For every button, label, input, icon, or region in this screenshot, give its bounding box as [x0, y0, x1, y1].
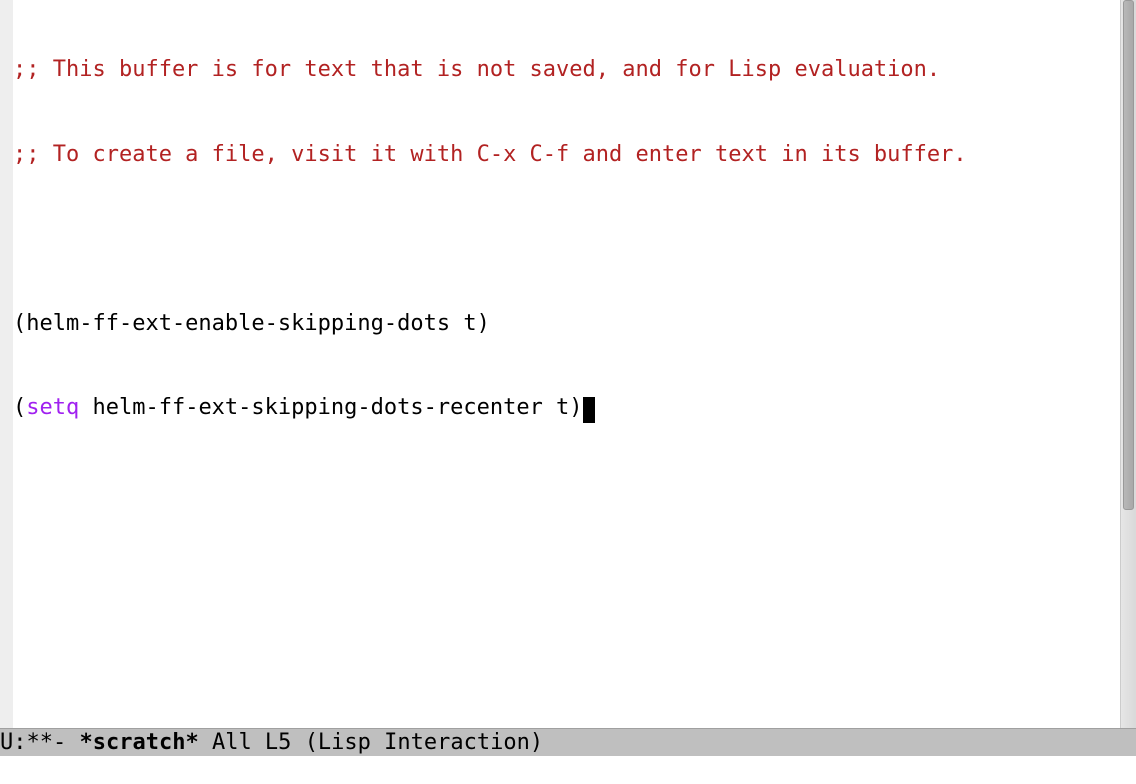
mode-line-position: All L5: [212, 730, 291, 755]
comment-line-1: ;; This buffer is for text that is not s…: [13, 57, 940, 82]
comment-line-2: ;; To create a file, visit it with C-x C…: [13, 142, 967, 167]
text-cursor: [583, 397, 595, 423]
mode-line-spacing2: [291, 730, 304, 755]
blank-line: [13, 225, 1120, 253]
scrollbar-thumb[interactable]: [1123, 0, 1134, 510]
code-line-1: (helm-ff-ext-enable-skipping-dots t): [13, 311, 490, 336]
mode-line-spacing1: [199, 730, 212, 755]
code-line-2-rest: helm-ff-ext-skipping-dots-recenter t): [79, 395, 582, 420]
minibuffer[interactable]: [0, 756, 1136, 784]
mode-line[interactable]: U:**- *scratch* All L5 (Lisp Interaction…: [0, 728, 1136, 756]
vertical-scrollbar[interactable]: [1120, 0, 1136, 728]
editor-content[interactable]: ;; This buffer is for text that is not s…: [13, 0, 1120, 728]
mode-line-status: U:**-: [0, 730, 79, 755]
mode-line-buffer-name: *scratch*: [79, 730, 198, 755]
editor-area[interactable]: ;; This buffer is for text that is not s…: [0, 0, 1136, 728]
mode-line-mode: (Lisp Interaction): [305, 730, 543, 755]
code-line-2-keyword: setq: [26, 395, 79, 420]
code-line-2-open: (: [13, 395, 26, 420]
